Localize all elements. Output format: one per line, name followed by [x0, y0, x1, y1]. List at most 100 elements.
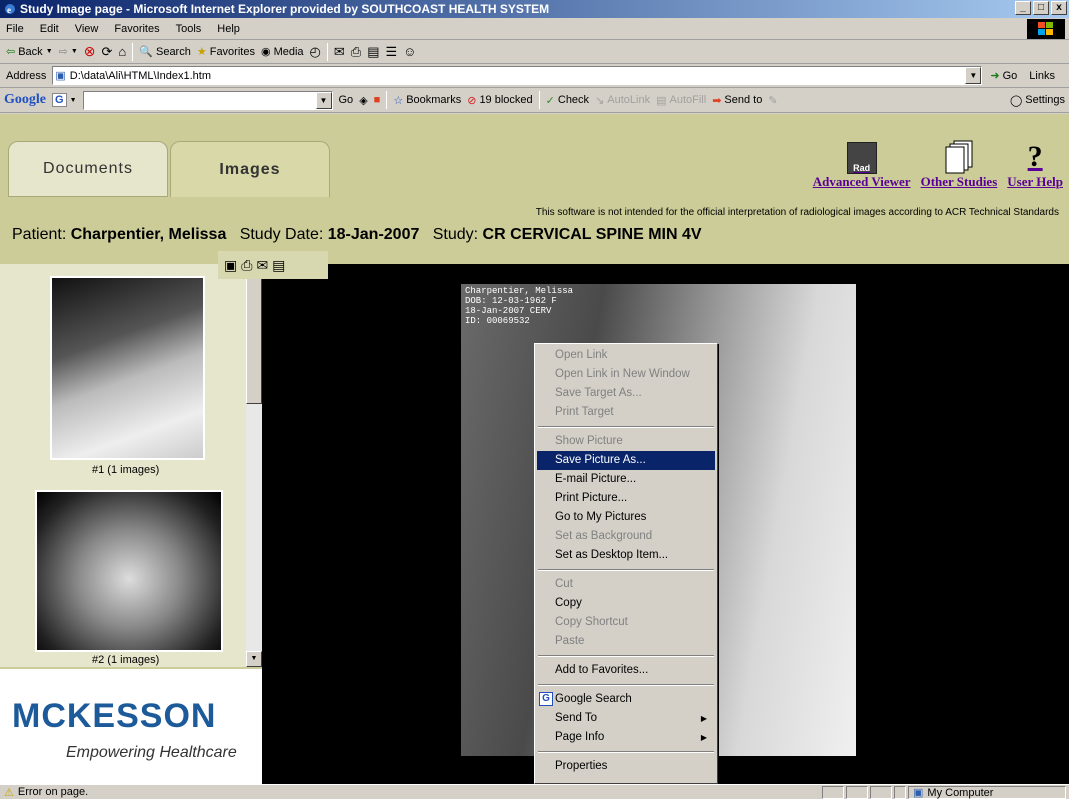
menu-item-show-picture[interactable]: Show Picture — [537, 432, 715, 451]
stacked-documents-icon — [945, 140, 973, 174]
minimize-button[interactable]: _ — [1015, 1, 1031, 15]
google-menu-button[interactable]: G ▼ — [52, 93, 77, 107]
google-go-button[interactable]: Go — [339, 94, 354, 106]
sidebar-scrollbar[interactable]: ▼ — [246, 264, 262, 667]
print-icon[interactable]: ⎙ — [351, 44, 361, 60]
tab-bar: Documents Images Rad Advanced Viewer Oth… — [0, 114, 1069, 197]
menu-item-open-link-new-window[interactable]: Open Link in New Window — [537, 365, 715, 384]
go-button[interactable]: ➜ Go — [990, 69, 1017, 83]
maximize-button[interactable]: □ — [1033, 1, 1049, 15]
menu-item-email-picture[interactable]: E-mail Picture... — [537, 470, 715, 489]
menu-separator — [538, 569, 714, 571]
search-button[interactable]: 🔍 Search — [139, 45, 191, 59]
ie-icon: e — [5, 4, 15, 15]
patient-label: Patient: — [12, 226, 67, 243]
menu-item-cut[interactable]: Cut — [537, 575, 715, 594]
edit-icon[interactable]: ▤ — [367, 44, 379, 60]
popup-blocker-button[interactable]: ⊘ 19 blocked — [467, 94, 532, 107]
menu-item-copy-shortcut[interactable]: Copy Shortcut — [537, 613, 715, 632]
menu-item-open-link[interactable]: Open Link — [537, 346, 715, 365]
print-icon[interactable]: ⎙ — [241, 257, 252, 274]
tab-documents[interactable]: Documents — [8, 141, 168, 197]
windows-logo-icon — [1027, 19, 1065, 39]
thumbnail-1[interactable] — [50, 276, 205, 460]
google-search-input[interactable]: ▼ — [82, 90, 333, 110]
menu-view[interactable]: View — [75, 23, 99, 35]
home-icon[interactable]: ⌂ — [118, 44, 126, 59]
google-news-icon[interactable]: ◈ — [359, 94, 367, 107]
address-dropdown-button[interactable]: ▼ — [965, 67, 982, 84]
submenu-arrow-icon: ▶ — [700, 714, 707, 723]
thumbnail-sidebar: #1 (1 images) #2 (1 images) — [0, 264, 246, 667]
menu-file[interactable]: File — [6, 23, 24, 35]
messenger-icon[interactable]: ☺ — [403, 44, 416, 59]
folder-icon[interactable]: ▤ — [272, 257, 285, 274]
back-button[interactable]: ⇦ Back ▼ — [6, 45, 53, 59]
menu-favorites[interactable]: Favorites — [114, 23, 159, 35]
menu-item-add-to-favorites[interactable]: Add to Favorites... — [537, 661, 715, 680]
scroll-down-button[interactable]: ▼ — [246, 651, 262, 667]
other-studies-link[interactable]: Other Studies — [921, 140, 997, 190]
google-search-dropdown[interactable]: ▼ — [315, 91, 332, 109]
menu-item-print-target[interactable]: Print Target — [537, 403, 715, 422]
stop-icon[interactable]: ⊗ — [84, 43, 96, 60]
spell-check-button[interactable]: ✓ Check — [546, 94, 589, 107]
send-to-button[interactable]: ➡ Send to — [712, 94, 762, 107]
tab-images[interactable]: Images — [170, 141, 330, 197]
google-pagerank-icon[interactable]: ■ — [374, 94, 381, 106]
status-pane — [894, 786, 906, 799]
menu-item-properties[interactable]: Properties — [537, 757, 715, 776]
thumbnail-1-caption: #1 (1 images) — [92, 464, 160, 476]
refresh-icon[interactable]: ⟳ — [102, 44, 113, 60]
top-links: Rad Advanced Viewer Other Studies ? User… — [813, 140, 1063, 190]
menu-edit[interactable]: Edit — [40, 23, 59, 35]
mail-icon[interactable]: ✉ — [256, 257, 268, 274]
zone-pane: ▣ My Computer — [908, 786, 1066, 799]
back-arrow-icon: ⇦ — [6, 46, 16, 58]
menu-item-paste[interactable]: Paste — [537, 632, 715, 651]
google-logo[interactable]: Google — [4, 92, 46, 108]
menu-item-save-target-as[interactable]: Save Target As... — [537, 384, 715, 403]
forward-button[interactable]: ⇨ ▼ — [59, 45, 78, 58]
menu-item-send-to[interactable]: Send To ▶ — [537, 709, 715, 728]
address-value: D:\data\Ali\HTML\Index1.htm — [69, 69, 211, 82]
menu-help[interactable]: Help — [217, 23, 240, 35]
logo-name: MCKESSON — [12, 697, 217, 735]
menu-item-set-as-background[interactable]: Set as Background — [537, 527, 715, 546]
google-g-icon: G — [539, 692, 553, 706]
chevron-down-icon: ▼ — [70, 48, 78, 55]
advanced-viewer-link[interactable]: Rad Advanced Viewer — [813, 142, 911, 190]
menu-tools[interactable]: Tools — [176, 23, 202, 35]
settings-button[interactable]: ◯ Settings — [1010, 94, 1065, 107]
study-description: CR CERVICAL SPINE MIN 4V — [482, 226, 702, 243]
media-button[interactable]: ◉ Media — [261, 45, 304, 59]
mail-icon[interactable]: ✉ — [334, 44, 345, 60]
menu-item-save-picture-as[interactable]: Save Picture As... — [537, 451, 715, 470]
scrollbar-thumb[interactable] — [246, 264, 262, 404]
menu-item-page-info[interactable]: Page Info ▶ — [537, 728, 715, 747]
toolbar-separator — [538, 91, 540, 109]
autofill-button[interactable]: ▤ AutoFill — [656, 94, 706, 107]
autolink-button[interactable]: ↘ AutoLink — [595, 94, 650, 107]
close-button[interactable]: x — [1051, 1, 1067, 15]
warning-icon[interactable]: ⚠ — [4, 786, 14, 799]
settings-icon: ◯ — [1009, 94, 1023, 107]
links-button[interactable]: Links — [1029, 70, 1055, 82]
user-help-link[interactable]: ? User Help — [1007, 140, 1063, 190]
address-input[interactable]: ▣ D:\data\Ali\HTML\Index1.htm ▼ — [52, 66, 983, 85]
bookmarks-button[interactable]: ☆ Bookmarks — [393, 94, 461, 107]
disclaimer-text: This software is not intended for the of… — [535, 207, 1059, 218]
thumbnail-2-caption: #2 (1 images) — [92, 654, 160, 666]
search-icon: 🔍 — [139, 46, 153, 58]
discuss-icon[interactable]: ☰ — [386, 44, 398, 60]
menu-item-go-to-my-pictures[interactable]: Go to My Pictures — [537, 508, 715, 527]
menu-item-copy[interactable]: Copy — [537, 594, 715, 613]
menu-item-print-picture[interactable]: Print Picture... — [537, 489, 715, 508]
save-icon[interactable]: ▣ — [224, 257, 237, 274]
thumbnail-2[interactable] — [35, 490, 223, 652]
menu-item-set-as-desktop-item[interactable]: Set as Desktop Item... — [537, 546, 715, 565]
menu-item-google-search[interactable]: G Google Search — [537, 690, 715, 709]
pencil-icon[interactable]: ✎ — [768, 94, 777, 107]
history-icon[interactable]: ◴ — [310, 44, 321, 60]
favorites-button[interactable]: ★ Favorites — [197, 45, 255, 59]
